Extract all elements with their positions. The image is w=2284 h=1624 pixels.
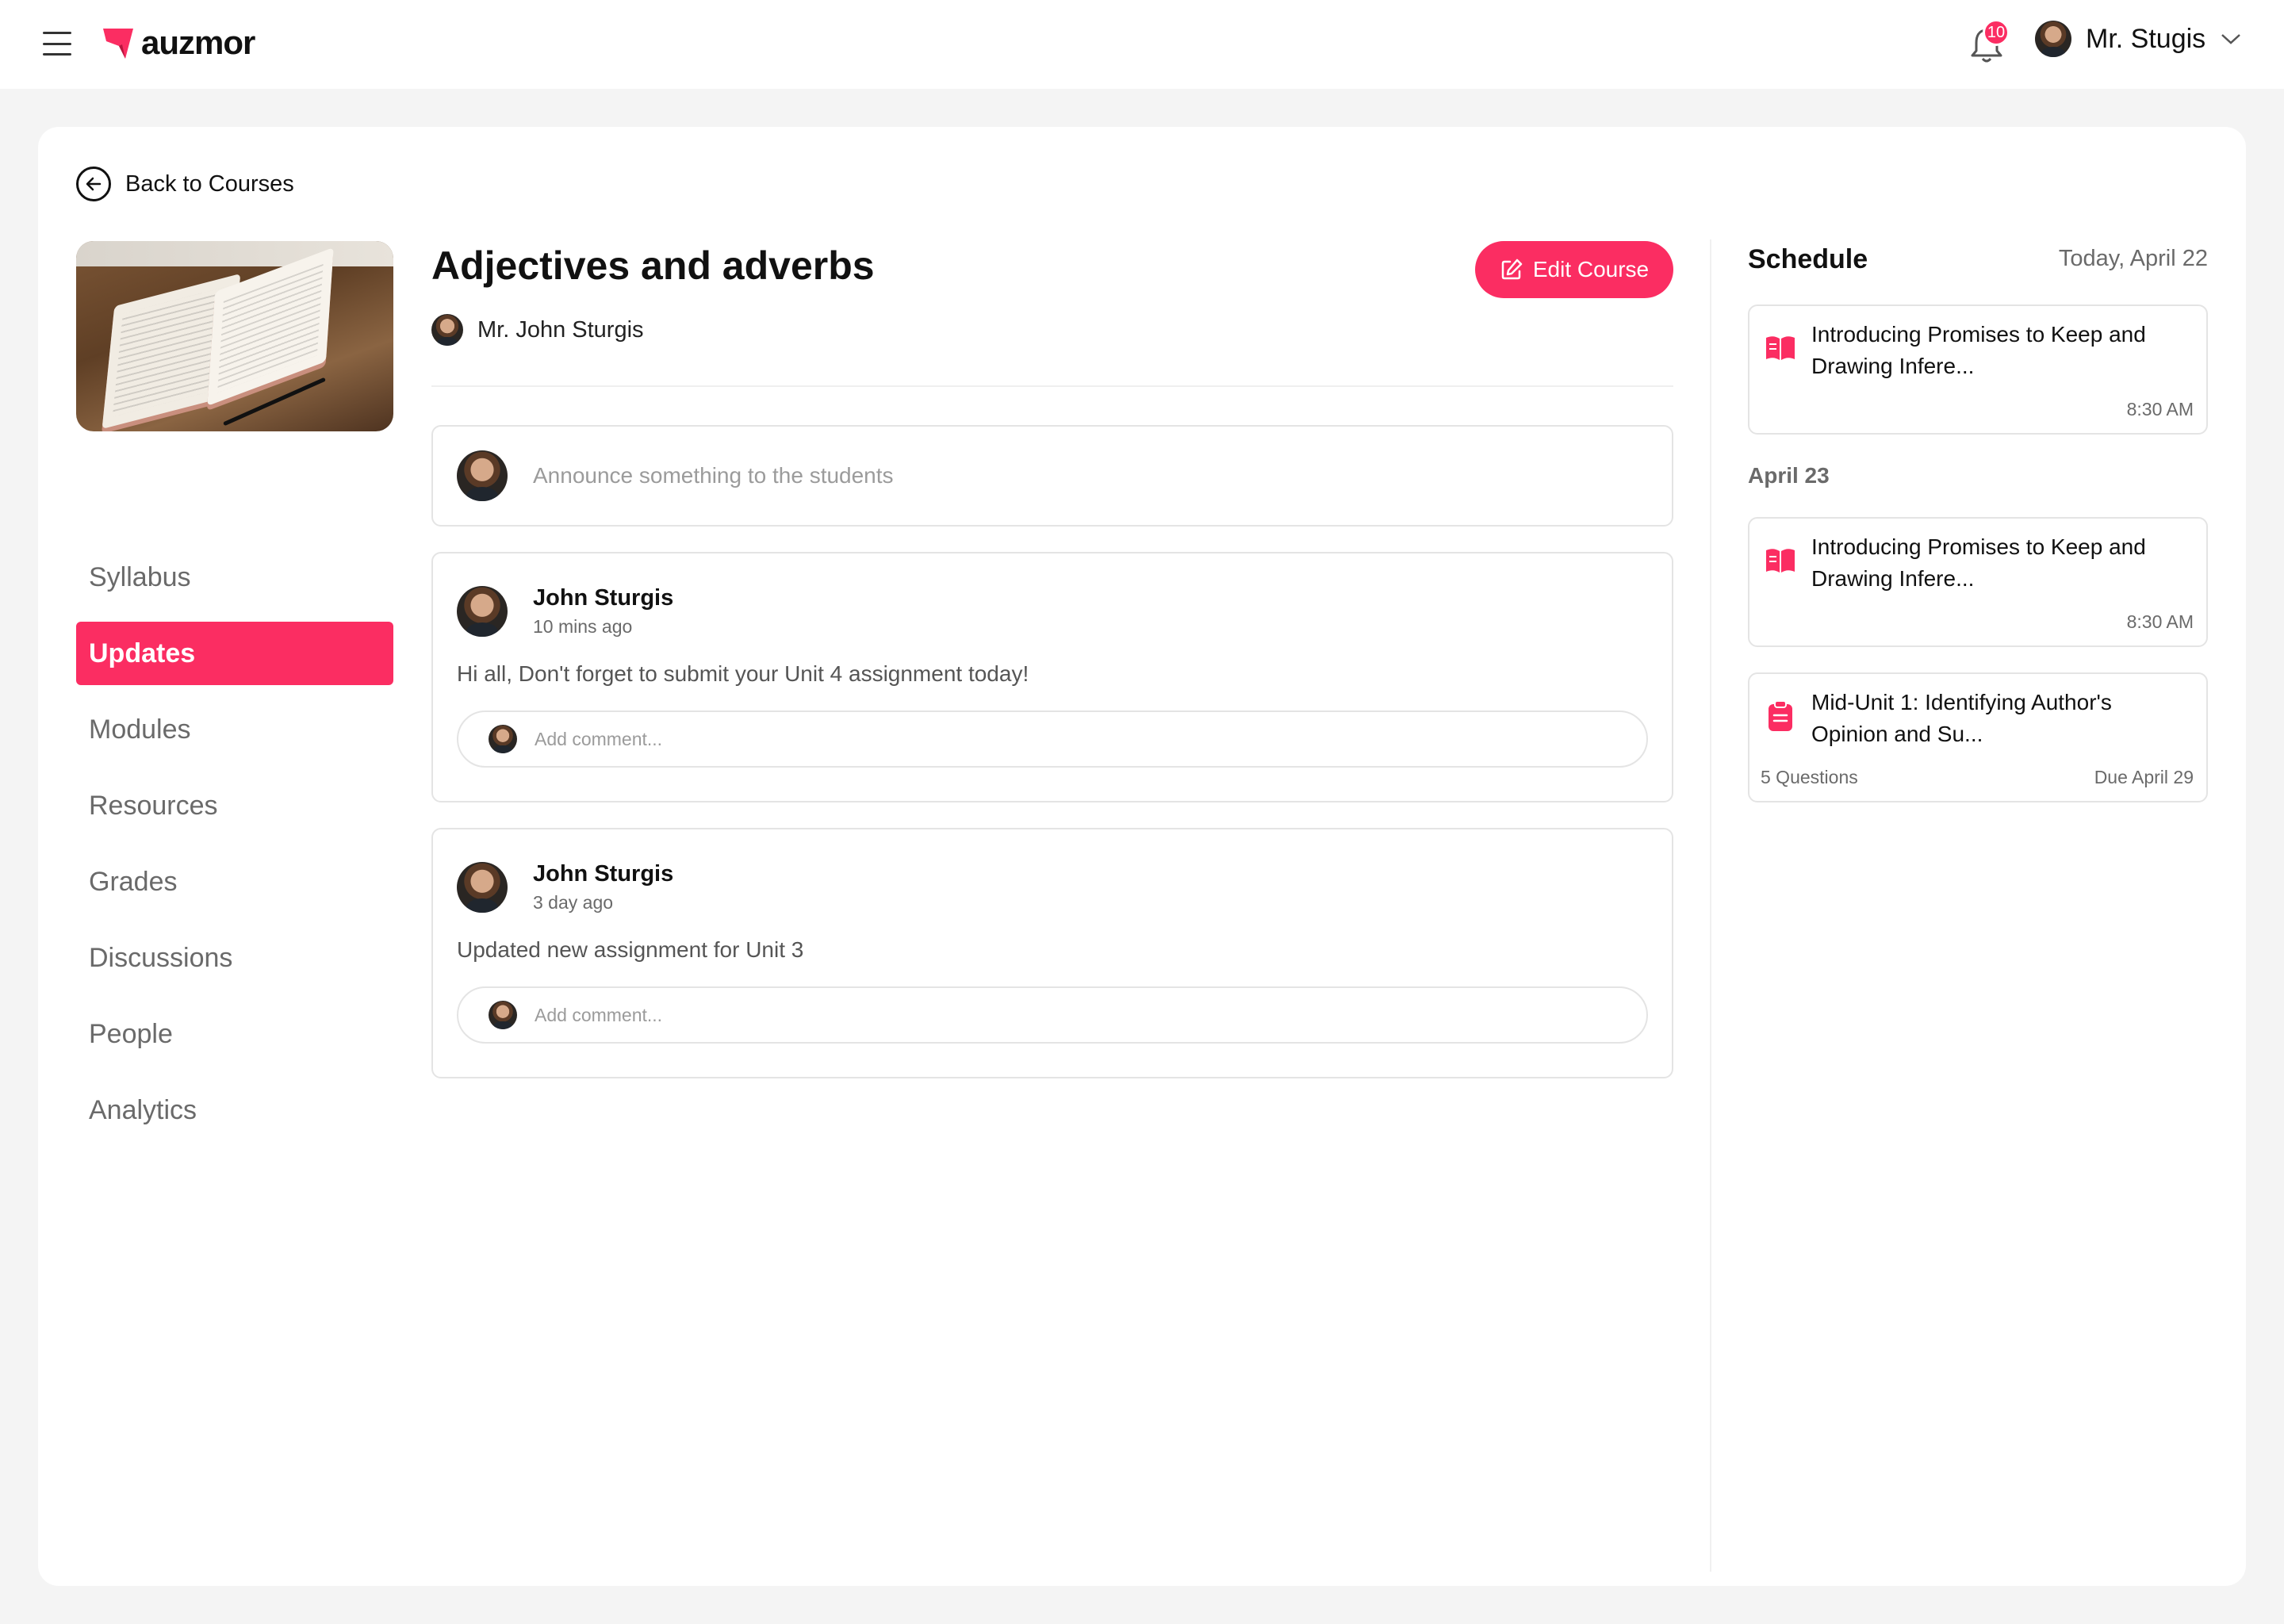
arrow-left-icon [76,167,111,201]
nav-item-people[interactable]: People [76,1002,393,1066]
edit-course-label: Edit Course [1532,257,1650,282]
nav-item-grades[interactable]: Grades [76,850,393,914]
post-author-avatar [457,862,508,913]
post-card: John Sturgis 10 mins ago Hi all, Don't f… [431,552,1673,802]
top-bar: auzmor 10 Mr. Stugis [0,0,2284,89]
nav-item-analytics[interactable]: Analytics [76,1078,393,1142]
edit-course-button[interactable]: Edit Course [1475,241,1673,298]
course-teacher: Mr. John Sturgis [431,314,644,346]
user-avatar [2035,21,2071,57]
announce-box[interactable]: Announce something to the students [431,425,1673,527]
edit-icon [1501,259,1523,280]
app-logo[interactable]: auzmor [102,24,255,62]
comment-placeholder: Add comment... [535,1004,663,1025]
schedule-title: Schedule [1748,244,1868,274]
nav-item-discussions[interactable]: Discussions [76,926,393,990]
back-to-courses-link[interactable]: Back to Courses [76,167,294,201]
post-author: John Sturgis [533,585,674,611]
book-icon [1766,336,1795,360]
back-label: Back to Courses [125,170,294,197]
book-icon [1766,549,1795,573]
user-menu[interactable]: Mr. Stugis [2035,21,2242,57]
schedule-item[interactable]: Introducing Promises to Keep and Drawing… [1748,517,2208,647]
comment-input[interactable]: Add comment... [457,986,1648,1044]
clipboard-icon [1769,700,1792,731]
nav-item-resources[interactable]: Resources [76,774,393,837]
comment-avatar [489,725,517,753]
chevron-down-icon [2221,34,2241,44]
post-card: John Sturgis 3 day ago Updated new assig… [431,828,1673,1078]
schedule-item-time: 8:30 AM [2126,399,2194,419]
app-name: auzmor [141,24,255,61]
auzmor-logo-icon [103,29,133,59]
teacher-avatar [431,314,463,346]
post-author: John Sturgis [533,861,674,887]
comment-placeholder: Add comment... [535,728,663,749]
post-body: Hi all, Don't forget to submit your Unit… [457,661,1029,686]
comment-input[interactable]: Add comment... [457,710,1648,768]
announce-input[interactable]: Announce something to the students [533,463,894,488]
header-divider [431,385,1673,387]
post-time: 3 day ago [533,892,614,913]
post-author-avatar [457,586,508,637]
schedule-item[interactable]: Introducing Promises to Keep and Drawing… [1748,304,2208,435]
schedule-today-date: Today, April 22 [2058,246,2208,271]
nav-item-modules[interactable]: Modules [76,698,393,761]
comment-avatar [489,1001,517,1029]
schedule-item-title: Mid-Unit 1: Identifying Author's Opinion… [1811,690,2112,746]
schedule-item-question-count: 5 Questions [1761,767,1858,787]
course-thumbnail [76,241,393,431]
schedule-item-title: Introducing Promises to Keep and Drawing… [1811,322,2146,378]
schedule-item-time: 8:30 AM [2126,611,2194,632]
nav-item-updates[interactable]: Updates [76,622,393,685]
post-time: 10 mins ago [533,616,633,637]
main-card: Back to Courses Syllabus Updates Modules… [38,127,2246,1586]
teacher-name: Mr. John Sturgis [477,316,644,343]
notification-count-badge: 10 [1983,19,2010,46]
schedule-day-heading: April 23 [1748,463,1830,488]
schedule-item-title: Introducing Promises to Keep and Drawing… [1811,534,2146,591]
announce-avatar [457,450,508,501]
post-body: Updated new assignment for Unit 3 [457,937,804,962]
nav-item-syllabus[interactable]: Syllabus [76,546,393,609]
schedule-item-due-date: Due April 29 [2094,767,2194,787]
user-name: Mr. Stugis [2086,23,2206,54]
course-title: Adjectives and adverbs [431,243,875,288]
schedule-item[interactable]: Mid-Unit 1: Identifying Author's Opinion… [1748,672,2208,802]
course-nav: Syllabus Updates Modules Resources Grade… [76,546,393,1155]
hamburger-menu-icon[interactable] [43,32,71,56]
column-divider [1710,239,1711,1572]
